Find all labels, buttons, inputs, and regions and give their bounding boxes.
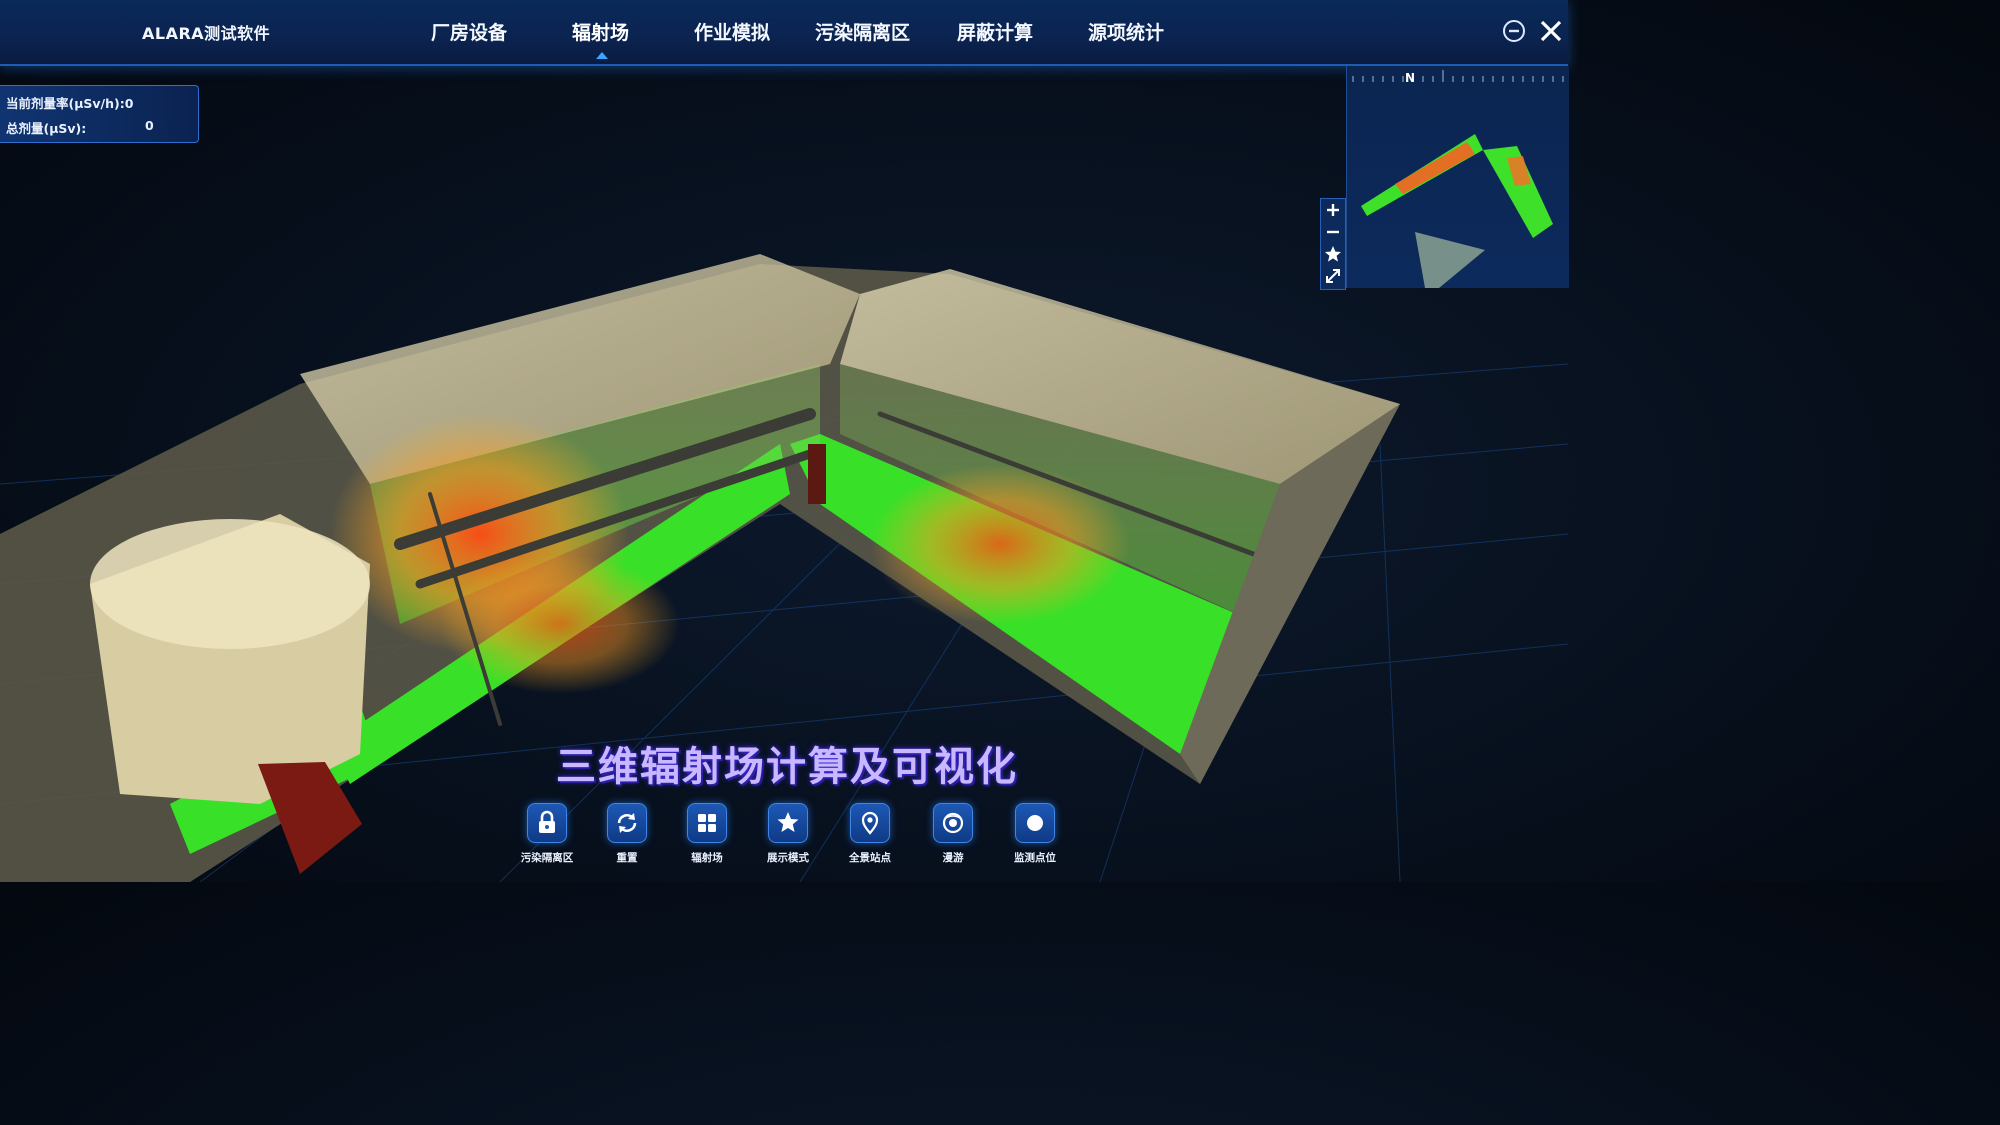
favorite-star-icon[interactable]	[1323, 244, 1343, 264]
star-icon	[777, 812, 799, 832]
location-pin-icon	[861, 811, 879, 835]
toolbar-reset[interactable]: 重置	[592, 803, 662, 873]
minimap[interactable]: N	[1346, 66, 1569, 288]
cylinder-room-top	[90, 519, 370, 649]
toolbar-label: 重置	[616, 852, 638, 864]
nav-item-radiation-field[interactable]: 辐射场	[572, 18, 629, 45]
toolbar-label: 辐射场	[691, 852, 723, 864]
minimap-hot-area	[1395, 142, 1475, 194]
dose-info-panel: 当前剂量率(μSv/h):0 总剂量(μSv): 0	[0, 85, 199, 143]
feature-caption: 三维辐射场计算及可视化	[556, 744, 1018, 790]
minimap-canvas: N	[1352, 70, 1564, 288]
grid-icon	[698, 814, 716, 832]
minimap-view-cone	[1415, 232, 1485, 288]
zoom-out-icon[interactable]	[1323, 222, 1343, 242]
refresh-icon	[617, 813, 637, 833]
current-dose-rate: 当前剂量率(μSv/h):0	[6, 96, 134, 111]
north-label: N	[1405, 71, 1415, 85]
minimize-icon[interactable]	[1501, 18, 1527, 44]
minimap-toolbar	[1320, 198, 1346, 290]
toolbar-roam[interactable]: 漫游	[918, 803, 988, 873]
toolbar-radiation-field[interactable]: 辐射场	[672, 803, 742, 873]
lock-icon	[539, 810, 555, 833]
total-dose-value: 0	[145, 118, 154, 133]
hotspot-left-floor	[440, 554, 680, 694]
main-nav: 厂房设备 辐射场 作业模拟 污染隔离区 屏蔽计算 源项统计	[0, 0, 1568, 64]
roam-icon	[942, 812, 964, 834]
inner-door	[808, 444, 826, 504]
nav-item-source-stats[interactable]: 源项统计	[1088, 18, 1164, 45]
compass-ticks	[1352, 70, 1564, 82]
nav-item-shielding-calc[interactable]: 屏蔽计算	[957, 18, 1033, 45]
dot-icon	[1027, 815, 1043, 831]
total-dose-label: 总剂量(μSv):	[6, 121, 87, 136]
toolbar-label: 监测点位	[1014, 852, 1056, 864]
toolbar-display-mode[interactable]: 展示模式	[753, 803, 823, 873]
toolbar-label: 污染隔离区	[520, 852, 574, 864]
top-bar: ALARA测试软件 厂房设备 辐射场 作业模拟 污染隔离区 屏蔽计算 源项统计	[0, 0, 1568, 66]
toolbar-panorama-station[interactable]: 全景站点	[835, 803, 905, 873]
toolbar-contamination-zone[interactable]: 污染隔离区	[512, 803, 582, 873]
nav-item-contamination-zone[interactable]: 污染隔离区	[815, 18, 910, 45]
toolbar-label: 展示模式	[767, 852, 809, 864]
toolbar-monitoring-points[interactable]: 监测点位	[1000, 803, 1070, 873]
toolbar-label: 全景站点	[849, 852, 891, 864]
toolbar-label: 漫游	[942, 852, 964, 864]
hotspot-right	[870, 464, 1130, 624]
zoom-in-icon[interactable]	[1323, 200, 1343, 220]
nav-item-work-simulation[interactable]: 作业模拟	[694, 18, 770, 45]
close-icon[interactable]	[1538, 18, 1564, 44]
active-tab-indicator	[596, 52, 608, 59]
expand-icon[interactable]	[1323, 266, 1343, 286]
nav-item-plant-equipment[interactable]: 厂房设备	[431, 18, 507, 45]
